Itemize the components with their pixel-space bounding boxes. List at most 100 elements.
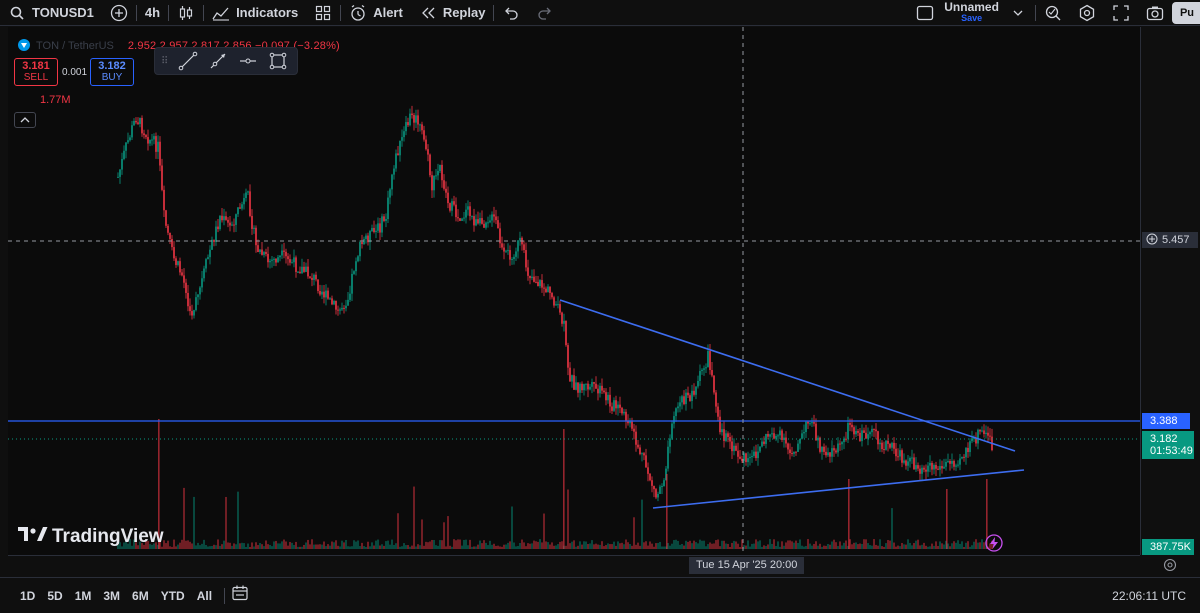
- ascending-trendline[interactable]: [652, 469, 1025, 509]
- snapshot-button[interactable]: [1138, 0, 1172, 26]
- candle-body: [719, 416, 721, 433]
- quick-search-button[interactable]: [1036, 0, 1070, 26]
- interval-button[interactable]: 4h: [137, 0, 168, 26]
- range-button-1d[interactable]: 1D: [14, 589, 41, 603]
- tradingview-logo[interactable]: TradingView: [18, 525, 164, 548]
- chevron-down-icon[interactable]: [1009, 4, 1027, 22]
- crosshair-price-label[interactable]: 5.457: [1142, 232, 1198, 248]
- drag-handle[interactable]: ⠿: [161, 56, 169, 67]
- utc-clock[interactable]: 22:06:11 UTC: [1112, 589, 1186, 603]
- volume-bar: [411, 545, 413, 549]
- save-link[interactable]: Save: [961, 13, 982, 24]
- range-button-3m[interactable]: 3M: [97, 589, 126, 603]
- compare-button[interactable]: [102, 0, 136, 26]
- trendline-tool-icon[interactable]: [177, 50, 199, 72]
- alert-button[interactable]: Alert: [341, 0, 411, 26]
- candle-body: [569, 367, 571, 382]
- redo-button[interactable]: [528, 0, 562, 26]
- candle-body: [895, 448, 897, 457]
- drawing-toolbar[interactable]: ⠿: [154, 47, 298, 75]
- left-margin: [0, 27, 8, 577]
- candle-body: [197, 294, 199, 298]
- volume-bar: [193, 496, 195, 549]
- candle-body: [781, 430, 783, 440]
- chart-style-button[interactable]: [169, 0, 203, 26]
- candlestick-series: [117, 105, 993, 502]
- volume-bar: [347, 546, 349, 549]
- range-button-ytd[interactable]: YTD: [155, 589, 191, 603]
- candle-body: [217, 226, 219, 230]
- sell-button[interactable]: 3.181 SELL: [14, 58, 58, 86]
- axis-settings-icon[interactable]: [1163, 558, 1177, 577]
- volume-bar: [611, 544, 613, 549]
- candle-body: [127, 140, 129, 143]
- candle-body: [259, 249, 261, 253]
- range-button-5d[interactable]: 5D: [41, 589, 68, 603]
- layout-button[interactable]: Unnamed Save: [908, 0, 1035, 26]
- volume-bar: [485, 542, 487, 549]
- replay-button[interactable]: Replay: [411, 0, 494, 26]
- layout-name[interactable]: Unnamed Save: [940, 1, 1003, 24]
- symbol-search[interactable]: TONUSD1: [0, 0, 102, 26]
- lightning-icon[interactable]: [985, 534, 1003, 557]
- range-button-6m[interactable]: 6M: [126, 589, 155, 603]
- range-button-1m[interactable]: 1M: [69, 589, 98, 603]
- candle-body: [489, 220, 491, 223]
- candle-body: [821, 446, 823, 452]
- undo-button[interactable]: [494, 0, 528, 26]
- ray-tool-icon[interactable]: [207, 50, 229, 72]
- candle-body: [361, 242, 363, 245]
- volume-bar: [583, 541, 585, 549]
- rectangle-tool-icon[interactable]: [267, 50, 289, 72]
- volume-bar: [717, 539, 719, 549]
- volume-bar: [759, 540, 761, 549]
- volume-bar: [593, 544, 595, 549]
- time-axis[interactable]: [8, 555, 1140, 576]
- legend-collapse-button[interactable]: [14, 112, 36, 128]
- indicators-button[interactable]: Indicators: [204, 0, 306, 26]
- candle-body: [891, 442, 893, 448]
- candle-body: [179, 261, 181, 273]
- candle-body: [753, 451, 755, 456]
- calendar-range-icon[interactable]: [231, 584, 249, 607]
- volume-bar: [899, 546, 901, 549]
- volume-bar: [219, 545, 221, 549]
- candle-body: [711, 370, 713, 376]
- volume-bar: [529, 543, 531, 549]
- volume-bar: [477, 544, 479, 549]
- candle-body: [155, 136, 157, 152]
- candle-body: [785, 437, 787, 444]
- descending-trendline[interactable]: [559, 299, 1016, 452]
- range-button-all[interactable]: All: [191, 589, 218, 603]
- volume-bar: [333, 542, 335, 549]
- volume-bar: [761, 546, 763, 549]
- price-chart[interactable]: [8, 27, 1140, 555]
- fullscreen-button[interactable]: [1104, 0, 1138, 26]
- volume-bar: [913, 543, 915, 549]
- volume-bar: [523, 542, 525, 549]
- candle-body: [139, 117, 141, 124]
- add-alert-plus-icon[interactable]: [1146, 233, 1158, 248]
- candle-body: [295, 257, 297, 272]
- buy-button[interactable]: 3.182 BUY: [90, 58, 134, 86]
- price-axis[interactable]: [1140, 27, 1200, 555]
- volume-bar: [617, 541, 619, 549]
- volume-bar: [519, 543, 521, 549]
- publish-button[interactable]: Pu: [1171, 2, 1200, 24]
- volume-bar: [437, 545, 439, 549]
- candle-body: [383, 216, 385, 221]
- volume-bar: [895, 546, 897, 549]
- fullscreen-icon: [1112, 4, 1130, 22]
- candle-body: [777, 435, 779, 437]
- templates-button[interactable]: [306, 0, 340, 26]
- chart-pane[interactable]: [8, 27, 1140, 555]
- candle-body: [769, 434, 771, 437]
- candle-body: [453, 201, 455, 205]
- volume-bar: [349, 546, 351, 549]
- horizontal-ray-tool-icon[interactable]: [237, 50, 259, 72]
- candle-body: [873, 428, 875, 430]
- settings-button[interactable]: [1070, 0, 1104, 26]
- candle-body: [839, 443, 841, 445]
- candle-body: [889, 443, 891, 448]
- candle-body: [241, 204, 243, 209]
